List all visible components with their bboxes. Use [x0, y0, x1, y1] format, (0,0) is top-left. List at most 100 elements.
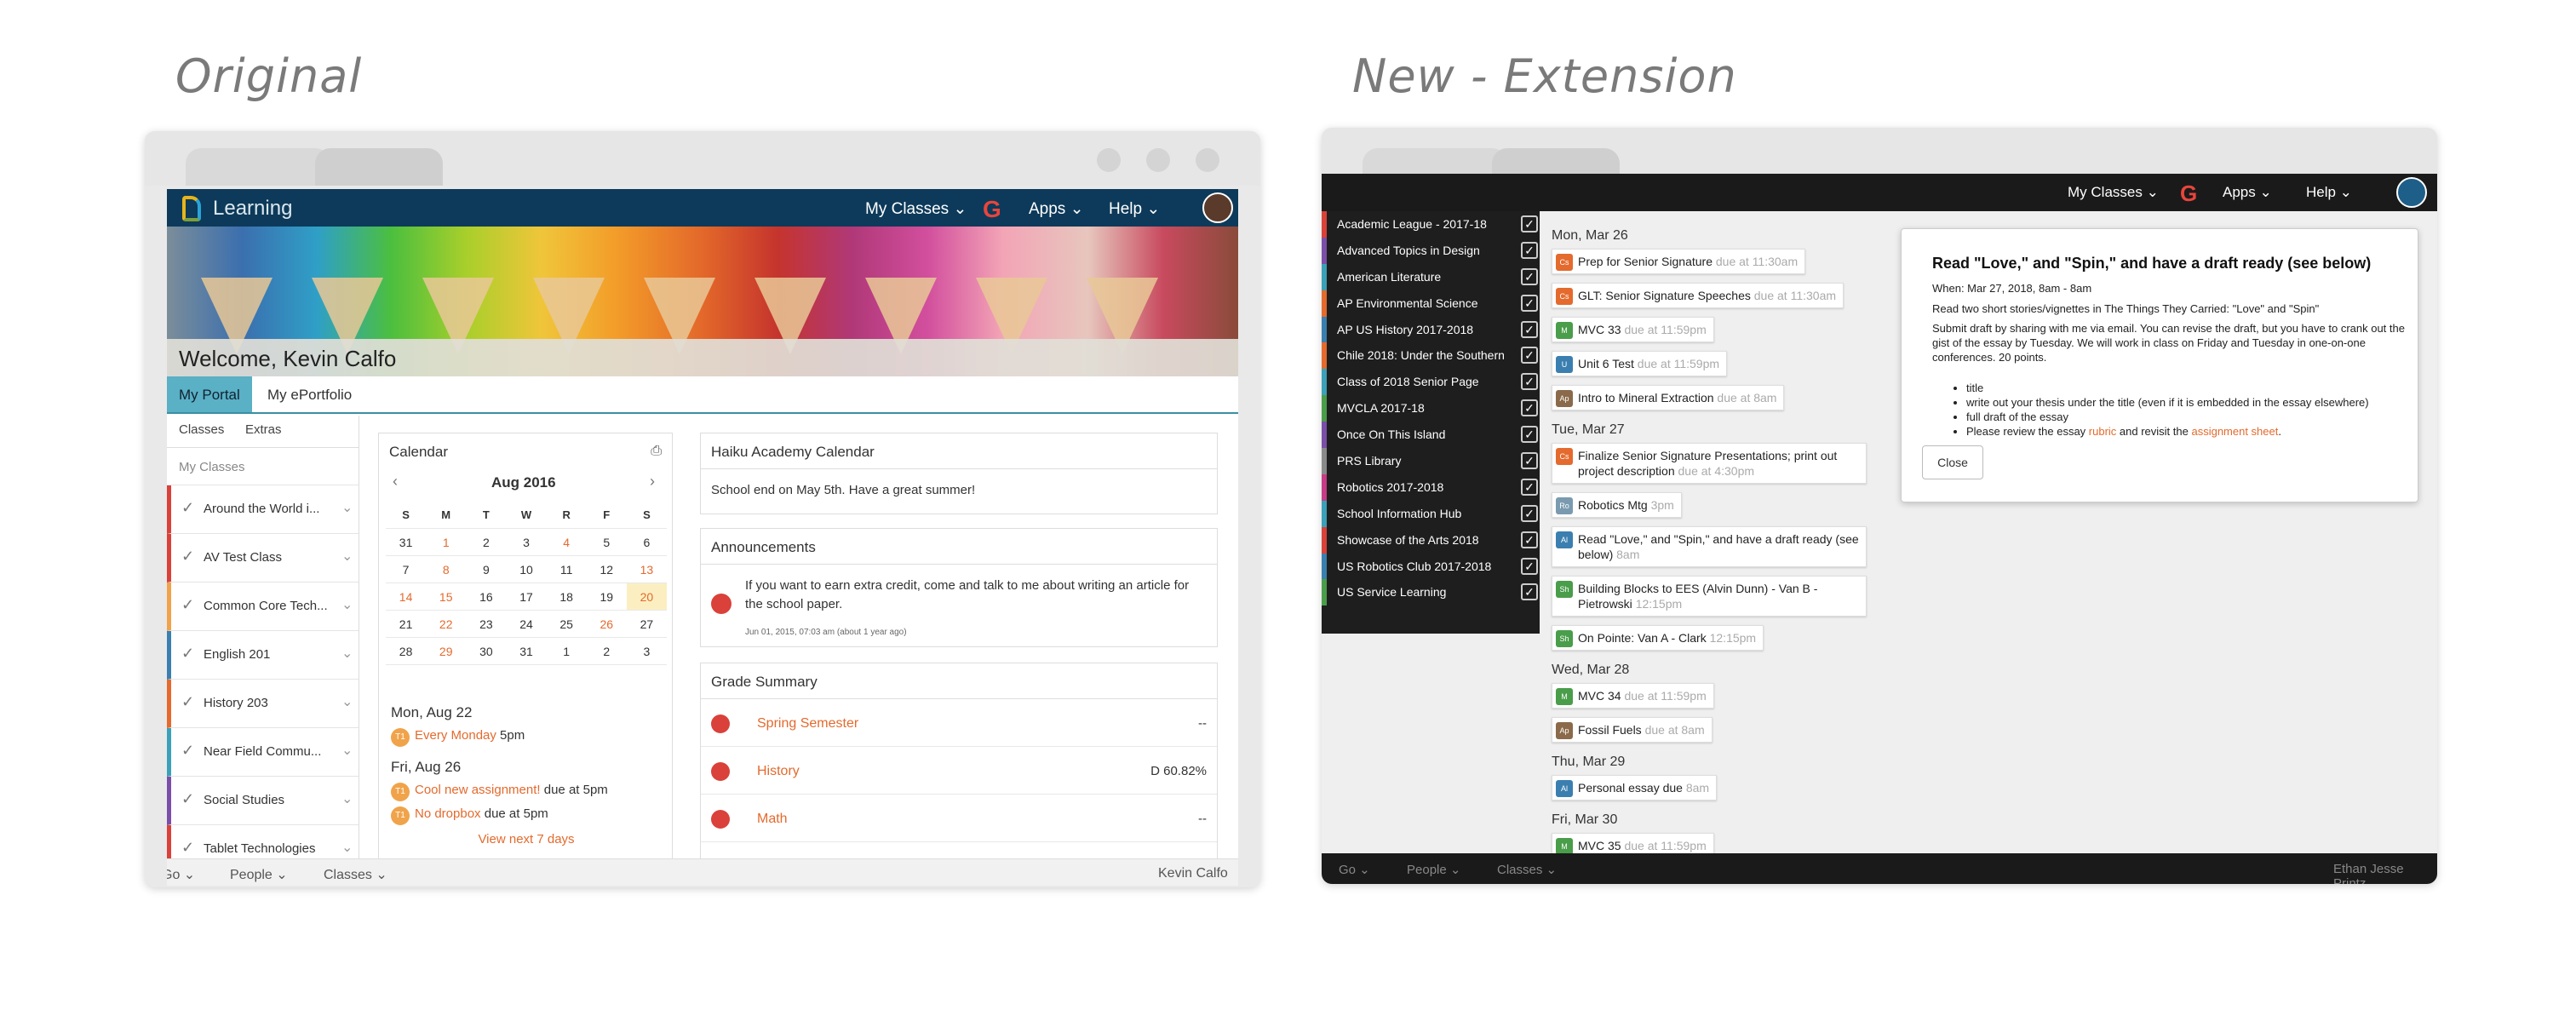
assignment-card[interactable]: Ap Fossil Fuels due at 8am: [1552, 717, 1713, 743]
event-link[interactable]: No dropbox: [415, 806, 481, 821]
checkbox[interactable]: ✓: [1521, 478, 1538, 496]
calendar-day[interactable]: 5: [587, 529, 627, 555]
calendar-day[interactable]: 24: [506, 611, 546, 637]
calendar-day[interactable]: 10: [506, 556, 546, 582]
bottom-go-menu[interactable]: Go ⌄: [167, 866, 195, 883]
class-filter-item[interactable]: AP US History 2017-2018 ✓: [1322, 316, 1540, 343]
class-list-item[interactable]: ✓ AV Test Class ⌄: [167, 534, 359, 582]
chevron-down-icon[interactable]: ⌄: [341, 499, 353, 516]
tab-my-eportfolio[interactable]: My ePortfolio: [255, 376, 364, 412]
class-list-item[interactable]: ✓ English 201 ⌄: [167, 631, 359, 680]
class-list-item[interactable]: ✓ Common Core Tech... ⌄: [167, 582, 359, 631]
calendar-day[interactable]: 14: [386, 583, 426, 610]
assignment-card[interactable]: Al Personal essay due 8am: [1552, 775, 1718, 801]
browser-tab[interactable]: [1363, 148, 1507, 174]
window-control-icon[interactable]: [1097, 148, 1121, 172]
checkbox[interactable]: ✓: [1521, 583, 1538, 601]
assignment-card[interactable]: U Unit 6 Test due at 11:59pm: [1552, 351, 1728, 376]
nav-apps[interactable]: Apps ⌄: [1029, 199, 1084, 219]
checkbox[interactable]: ✓: [1521, 215, 1538, 232]
printer-icon[interactable]: ⎙: [651, 444, 662, 459]
calendar-day[interactable]: 9: [466, 556, 506, 582]
assignment-card[interactable]: M MVC 33 due at 11:59pm: [1552, 317, 1714, 342]
tab-my-portal[interactable]: My Portal: [167, 376, 252, 412]
assignment-card[interactable]: Cs Finalize Senior Signature Presentation…: [1552, 443, 1867, 484]
browser-tab[interactable]: [1492, 148, 1620, 174]
calendar-day[interactable]: 17: [506, 583, 546, 610]
calendar-day[interactable]: 12: [587, 556, 627, 582]
calendar-day[interactable]: 2: [466, 529, 506, 555]
calendar-day[interactable]: 29: [426, 638, 466, 664]
calendar-day[interactable]: 26: [587, 611, 627, 637]
tab-extras[interactable]: Extras: [245, 422, 282, 437]
checkbox[interactable]: ✓: [1521, 320, 1538, 338]
calendar-day[interactable]: 23: [466, 611, 506, 637]
bottom-people-menu[interactable]: People ⌄: [1407, 862, 1460, 877]
checkbox[interactable]: ✓: [1521, 426, 1538, 444]
avatar[interactable]: [1202, 192, 1233, 223]
checkbox[interactable]: ✓: [1521, 531, 1538, 548]
class-filter-item[interactable]: Class of 2018 Senior Page ✓: [1322, 369, 1540, 396]
bottom-classes-menu[interactable]: Classes ⌄: [324, 866, 387, 883]
calendar-day[interactable]: 1: [547, 638, 587, 664]
calendar-day[interactable]: 28: [386, 638, 426, 664]
checkbox[interactable]: ✓: [1521, 452, 1538, 470]
grade-row[interactable]: History D 60.82%: [701, 747, 1217, 795]
class-filter-item[interactable]: Advanced Topics in Design ✓: [1322, 237, 1540, 264]
class-filter-item[interactable]: US Service Learning ✓: [1322, 579, 1540, 606]
calendar-day[interactable]: 7: [386, 556, 426, 582]
chevron-down-icon[interactable]: ⌄: [341, 790, 353, 807]
nav-my-classes[interactable]: My Classes ⌄: [2068, 184, 2159, 201]
calendar-day[interactable]: 4: [547, 529, 587, 555]
tab-classes[interactable]: Classes: [179, 422, 224, 437]
checkbox[interactable]: ✓: [1521, 347, 1538, 364]
class-filter-item[interactable]: MVCLA 2017-18 ✓: [1322, 395, 1540, 422]
google-icon[interactable]: G: [2180, 181, 2197, 207]
class-filter-item[interactable]: AP Environmental Science ✓: [1322, 290, 1540, 317]
assignment-card[interactable]: Sh On Pointe: Van A - Clark 12:15pm: [1552, 625, 1764, 651]
assignment-card[interactable]: Sh Building Blocks to EES (Alvin Dunn) - …: [1552, 576, 1867, 617]
calendar-day[interactable]: 18: [547, 583, 587, 610]
calendar-day[interactable]: 2: [587, 638, 627, 664]
window-control-icon[interactable]: [1196, 148, 1219, 172]
window-control-icon[interactable]: [1146, 148, 1170, 172]
class-filter-item[interactable]: US Robotics Club 2017-2018 ✓: [1322, 553, 1540, 580]
calendar-day[interactable]: 16: [466, 583, 506, 610]
class-filter-item[interactable]: Robotics 2017-2018 ✓: [1322, 473, 1540, 501]
checkbox[interactable]: ✓: [1521, 267, 1538, 285]
assignment-card[interactable]: M MVC 34 due at 11:59pm: [1552, 683, 1714, 709]
chevron-down-icon[interactable]: ⌄: [341, 839, 353, 856]
calendar-day[interactable]: 11: [547, 556, 587, 582]
class-filter-item[interactable]: Academic League - 2017-18 ✓: [1322, 211, 1540, 238]
avatar[interactable]: [2396, 177, 2427, 208]
checkbox[interactable]: ✓: [1521, 399, 1538, 417]
assignment-card[interactable]: Cs Prep for Senior Signature due at 11:30…: [1552, 249, 1806, 274]
nav-my-classes[interactable]: My Classes ⌄: [865, 199, 967, 219]
close-button[interactable]: Close: [1922, 445, 1983, 479]
calendar-event[interactable]: T1 No dropbox due at 5pm: [391, 806, 663, 830]
class-filter-item[interactable]: Chile 2018: Under the Southern ✓: [1322, 342, 1540, 370]
bottom-people-menu[interactable]: People ⌄: [230, 866, 288, 883]
grade-row[interactable]: Spring Semester --: [701, 699, 1217, 747]
chevron-down-icon[interactable]: ⌄: [341, 645, 353, 662]
bottom-go-menu[interactable]: Go ⌄: [1339, 862, 1370, 877]
event-link[interactable]: Cool new assignment!: [415, 783, 541, 797]
calendar-day[interactable]: 27: [627, 611, 667, 637]
nav-apps[interactable]: Apps ⌄: [2223, 184, 2272, 201]
assignment-card[interactable]: Ap Intro to Mineral Extraction due at 8am: [1552, 385, 1785, 410]
calendar-day[interactable]: 8: [426, 556, 466, 582]
calendar-day[interactable]: 20: [626, 583, 667, 610]
assignment-card[interactable]: Ro Robotics Mtg 3pm: [1552, 492, 1682, 518]
checkbox[interactable]: ✓: [1521, 294, 1538, 312]
class-list-item[interactable]: ✓ History 203 ⌄: [167, 680, 359, 728]
class-list-item[interactable]: ✓ Social Studies ⌄: [167, 777, 359, 825]
calendar-day[interactable]: 15: [426, 583, 466, 610]
class-filter-item[interactable]: American Literature ✓: [1322, 263, 1540, 290]
calendar-day[interactable]: 3: [506, 529, 546, 555]
calendar-day[interactable]: 31: [506, 638, 546, 664]
nav-help[interactable]: Help ⌄: [1109, 199, 1160, 219]
event-link[interactable]: Every Monday: [415, 728, 496, 743]
checkbox[interactable]: ✓: [1521, 504, 1538, 522]
calendar-day[interactable]: 13: [627, 556, 667, 582]
view-next-link[interactable]: View next 7 days: [379, 832, 674, 846]
